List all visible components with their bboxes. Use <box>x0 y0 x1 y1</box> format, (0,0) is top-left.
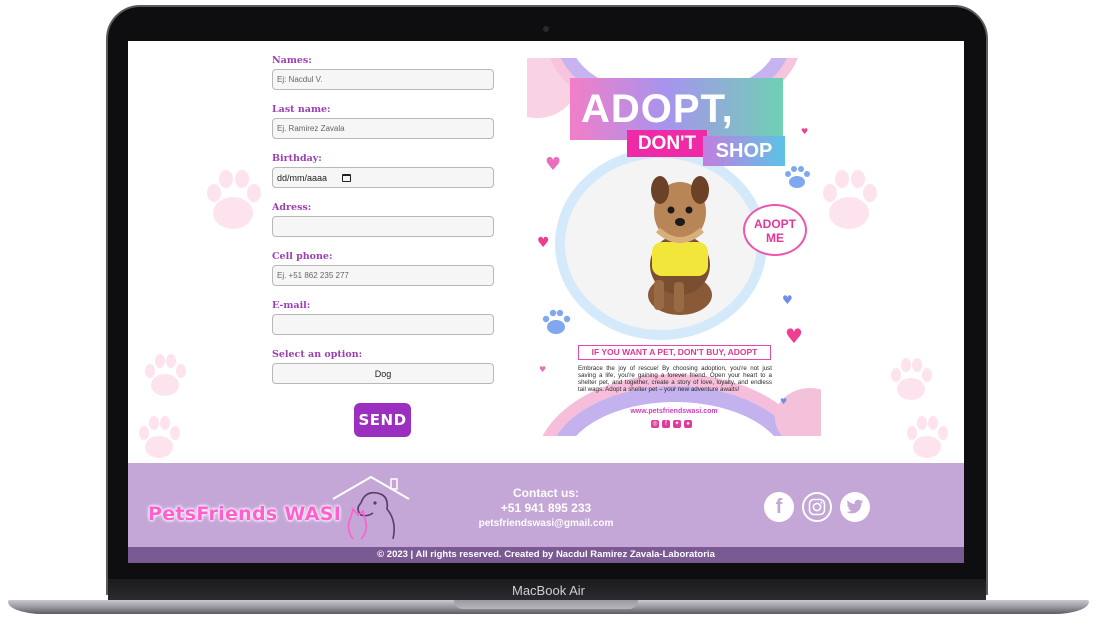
poster-url: www.petsfriendswasi.com <box>630 408 718 415</box>
heart-icon: ♥ <box>545 154 562 175</box>
email-label: E-mail: <box>272 300 311 311</box>
email-input[interactable] <box>272 314 494 335</box>
heart-icon: ♥ <box>780 397 788 406</box>
contact-phone[interactable]: +51 941 895 233 <box>463 501 629 516</box>
twitter-icon[interactable] <box>840 492 870 522</box>
cell-phone-label: Cell phone: <box>272 251 333 262</box>
laptop-frame: Names: Ej: Nacdul V. Last name: Ej. Rami… <box>0 0 1097 630</box>
paw-print-decoration <box>145 354 186 396</box>
heart-icon: ♥ <box>782 293 793 307</box>
heart-icon: ♥ <box>785 324 803 348</box>
whatsapp-icon: ● <box>684 420 692 428</box>
instagram-icon: ◎ <box>651 420 659 428</box>
paw-print-decoration <box>207 170 261 229</box>
names-input[interactable]: Ej: Nacdul V. <box>272 69 494 90</box>
send-button[interactable]: SEND <box>354 403 411 437</box>
last-name-label: Last name: <box>272 104 331 115</box>
facebook-icon: f <box>662 420 670 428</box>
poster-social-icons: ◎ f ✦ ● <box>651 420 692 428</box>
paw-icon <box>542 309 571 334</box>
contact-title: Contact us: <box>513 486 579 500</box>
camera <box>543 26 549 32</box>
heart-icon: ♥ <box>539 365 547 374</box>
poster-headline-shop: SHOP <box>703 136 785 166</box>
option-label: Select an option: <box>272 349 363 360</box>
social-links: f <box>764 492 870 522</box>
heart-icon: ♥ <box>801 127 809 136</box>
adress-label: Adress: <box>272 202 312 213</box>
contact-email[interactable]: petsfriendswasi@gmail.com <box>463 516 629 531</box>
web-page: Names: Ej: Nacdul V. Last name: Ej. Rami… <box>128 41 964 563</box>
device-label: MacBook Air <box>512 583 585 598</box>
site-logo[interactable]: PetsFriends WASI <box>148 503 341 525</box>
paw-icon <box>785 166 810 188</box>
copyright-bar: © 2023 | All rights reserved. Created by… <box>128 547 964 563</box>
paw-print-decoration <box>907 416 948 458</box>
poster-subtitle: IF YOU WANT A PET, DON'T BUY, ADOPT <box>578 345 771 360</box>
heart-icon: ♥ <box>537 235 550 251</box>
adopt-poster: ADOPT, DON'T SHOP ADOPT ME ♥ ♥ ♥ ♥ ♥ ♥ ♥… <box>527 58 821 436</box>
last-name-input[interactable]: Ej. Ramirez Zavala <box>272 118 494 139</box>
pet-type-select[interactable]: Dog <box>272 363 494 384</box>
adress-input[interactable] <box>272 216 494 237</box>
calendar-icon[interactable] <box>342 173 351 182</box>
facebook-icon[interactable]: f <box>764 492 794 522</box>
laptop-notch <box>454 600 638 609</box>
twitter-icon: ✦ <box>673 420 681 428</box>
adoption-form: Names: Ej: Nacdul V. Last name: Ej. Rami… <box>272 55 494 437</box>
dog-image <box>648 176 712 315</box>
birthday-value: dd/mm/aaaa <box>277 172 328 183</box>
birthday-label: Birthday: <box>272 153 322 164</box>
paw-print-decoration <box>823 170 877 229</box>
poster-headline-dont: DON'T <box>627 130 707 157</box>
paw-print-decoration <box>139 416 180 458</box>
instagram-icon[interactable] <box>802 492 832 522</box>
contact-block: Contact us: +51 941 895 233 petsfriendsw… <box>463 486 629 531</box>
adopt-me-bubble: ADOPT ME <box>743 204 807 256</box>
cell-phone-input[interactable]: Ej. +51 862 235 277 <box>272 265 494 286</box>
pet-house-logo-icon <box>332 475 410 540</box>
birthday-input[interactable]: dd/mm/aaaa <box>272 167 494 188</box>
poster-body: Embrace the joy of rescue! By choosing a… <box>578 365 772 393</box>
paw-print-decoration <box>891 358 932 400</box>
names-label: Names: <box>272 55 312 66</box>
